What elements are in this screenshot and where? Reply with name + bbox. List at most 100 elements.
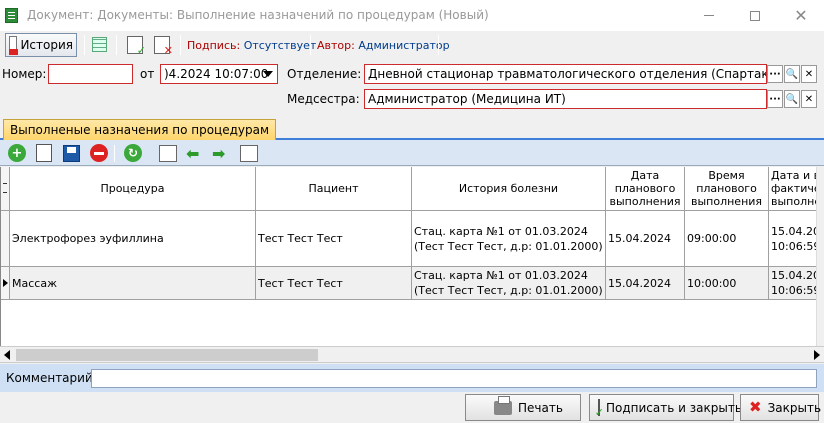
nurse-search-button[interactable]: 🔍 [784,90,800,108]
printer-icon [494,395,512,415]
move-right-button[interactable]: ➡ [212,146,225,162]
department-select-button[interactable]: ··· [767,65,783,83]
title-bar: Документ: Документы: Выполнение назначен… [0,0,824,31]
arrow-left-icon: ⬅ [186,144,200,163]
department-field[interactable]: Дневной стационар травматологического от… [364,64,767,84]
arrow-right-icon: ➡ [212,144,226,163]
toolbar-separator [180,35,181,55]
search-icon: 🔍 [785,93,799,105]
table-icon-button[interactable] [92,37,107,52]
close-button[interactable]: ✖ Закрыть [740,394,821,421]
nurse-field[interactable]: Администратор (Медицина ИТ) [364,89,767,109]
maximize-button[interactable] [732,0,778,31]
table-cell-history[interactable]: Стац. карта №1 от 01.03.2024 (Тест Тест … [412,211,606,267]
close-icon: ✕ [804,68,814,80]
row-indicator[interactable] [1,267,10,300]
nurse-label: Медсестра: [287,92,360,106]
table-cell-plan-date[interactable]: 15.04.2024 [606,267,685,300]
unsign-document-icon-button[interactable] [154,36,173,57]
column-header-patient[interactable]: Пациент [256,167,412,211]
table-cell-patient[interactable]: Тест Тест Тест [256,267,412,300]
table-cell-history[interactable]: Стац. карта №1 от 01.03.2024 (Тест Тест … [412,267,606,300]
scrollbar-thumb[interactable] [16,349,318,361]
delete-row-button[interactable] [90,144,108,162]
author-value: Администратор [358,39,450,52]
move-left-button[interactable]: ⬅ [186,146,199,162]
print-button[interactable]: Печать [465,394,581,421]
toolbar-separator [116,35,117,55]
history-icon [9,36,19,55]
date-from-label: от [140,67,155,81]
table-cell-plan-date[interactable]: 15.04.2024 [606,211,685,267]
table-cell-procedure[interactable]: Массаж [10,267,256,300]
sign-close-label: Подписать и закрыть [606,400,742,415]
scroll-left-icon[interactable] [4,350,10,360]
sequence-settings-button[interactable] [240,145,258,162]
table-cell-plan-time[interactable]: 09:00:00 [685,211,769,267]
comment-input[interactable] [91,369,817,388]
current-row-icon [3,279,8,287]
minimize-button[interactable] [686,0,732,31]
horizontal-scrollbar[interactable] [0,346,824,363]
main-toolbar: История Подпись: Отсутствует Автор: Адми… [0,31,824,59]
tab-completed-procedures[interactable]: Выполненые назначения по процедурам [3,119,277,140]
department-search-button[interactable]: 🔍 [784,65,800,83]
number-input[interactable] [48,64,133,84]
column-chooser-icon[interactable] [1,167,10,211]
table-cell-procedure[interactable]: Электрофорез эуфиллина [10,211,256,267]
department-clear-button[interactable]: ✕ [801,65,817,83]
column-header-plan-date[interactable]: Дата планового выполнения [606,167,685,211]
signature-status: Подпись: Отсутствует [187,39,316,52]
toolbar-separator [310,35,311,55]
close-icon: ✕ [804,93,814,105]
signature-value: Отсутствует [243,39,317,52]
save-row-button[interactable] [63,145,80,162]
column-header-procedure[interactable]: Процедура [10,167,256,211]
table-cell-plan-time[interactable]: 10:00:00 [685,267,769,300]
close-window-button[interactable]: ✕ [778,0,824,31]
sign-document-icon-button[interactable] [127,36,146,57]
sign-document-icon [595,399,604,419]
table-cell-patient[interactable]: Тест Тест Тест [256,211,412,267]
history-button[interactable]: История [5,33,77,57]
minimize-icon [704,15,714,16]
window-title: Документ: Документы: Выполнение назначен… [27,8,489,22]
sequence-icon-button[interactable] [159,145,177,162]
number-label: Номер: [2,67,47,81]
column-header-plan-time[interactable]: Время планового выполнения [685,167,769,211]
print-label: Печать [518,400,563,415]
history-label: История [20,38,73,52]
refresh-button[interactable]: ↻ [124,144,142,162]
search-icon: 🔍 [785,68,799,80]
edit-row-button[interactable] [36,144,52,162]
toolbar-separator [84,35,85,55]
toolbar-separator [438,35,439,55]
scroll-right-icon[interactable] [814,350,820,360]
author-status: Автор: Администратор [317,39,450,52]
date-value: )4.2024 10:07:00 [164,67,269,81]
tab-strip: Выполненые назначения по процедурам [0,118,824,140]
sign-and-close-button[interactable]: Подписать и закрыть [589,394,742,421]
department-label: Отделение: [287,67,362,81]
date-dropdown-button[interactable] [260,65,276,83]
close-icon: ✖ [749,398,762,416]
column-header-history[interactable]: История болезни [412,167,606,211]
author-label: Автор: [317,39,355,52]
toolbar-separator [114,145,115,162]
ellipsis-icon: ··· [769,68,781,80]
comment-bar: Комментарий: [0,364,824,392]
chevron-down-icon [263,71,273,77]
comment-label: Комментарий: [6,371,97,385]
grid-toolbar: + ↻ ⬅ ➡ [0,140,824,166]
row-indicator[interactable] [1,211,10,267]
add-row-button[interactable]: + [8,144,26,162]
signature-label: Подпись: [187,39,241,52]
nurse-clear-button[interactable]: ✕ [801,90,817,108]
close-icon: ✕ [794,5,808,25]
vertical-scrollbar[interactable] [816,167,824,346]
app-icon [5,8,18,23]
refresh-icon: ↻ [127,146,139,160]
ellipsis-icon: ··· [769,93,781,105]
procedures-table: Процедура Пациент История болезни Дата п… [0,167,824,346]
nurse-select-button[interactable]: ··· [767,90,783,108]
